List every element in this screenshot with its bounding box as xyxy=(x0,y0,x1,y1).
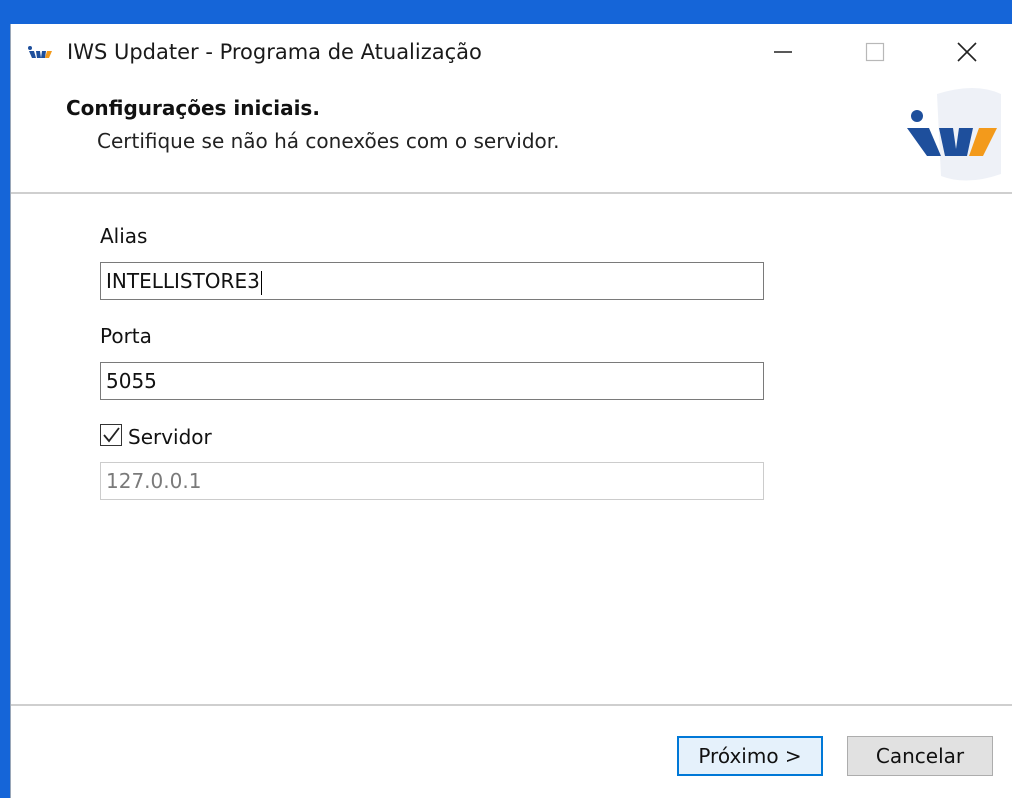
alias-value: INTELLISTORE3 xyxy=(106,269,260,293)
servidor-field[interactable]: 127.0.0.1 xyxy=(100,462,764,500)
page-title: Configurações iniciais. xyxy=(66,96,320,120)
servidor-label[interactable]: Servidor xyxy=(128,425,212,449)
alias-field[interactable]: INTELLISTORE3 xyxy=(100,262,764,300)
minimize-button[interactable] xyxy=(737,24,829,80)
close-icon xyxy=(957,42,977,62)
wizard-header: Configurações iniciais. Certifique se nã… xyxy=(11,80,1012,194)
window-title: IWS Updater - Programa de Atualização xyxy=(67,40,482,64)
porta-label: Porta xyxy=(100,324,152,348)
porta-field[interactable]: 5055 xyxy=(100,362,764,400)
page-subtitle: Certifique se não há conexões com o serv… xyxy=(97,129,560,153)
servidor-checkbox[interactable] xyxy=(100,424,122,446)
maximize-button[interactable] xyxy=(829,24,921,80)
maximize-icon xyxy=(865,42,885,62)
next-button[interactable]: Próximo > xyxy=(677,736,823,776)
iws-logo xyxy=(907,88,1001,181)
installer-window: IWS Updater - Programa de Atualização Co… xyxy=(10,24,1012,798)
footer-divider xyxy=(11,704,1012,706)
close-button[interactable] xyxy=(921,24,1012,80)
alias-label: Alias xyxy=(100,224,148,248)
title-bar[interactable]: IWS Updater - Programa de Atualização xyxy=(11,24,1012,80)
app-logo-icon xyxy=(28,46,52,58)
porta-value: 5055 xyxy=(106,369,157,393)
servidor-value: 127.0.0.1 xyxy=(106,469,202,493)
minimize-icon xyxy=(774,51,792,53)
checkmark-icon xyxy=(103,427,120,443)
text-cursor xyxy=(260,270,262,295)
cancel-button[interactable]: Cancelar xyxy=(847,736,993,776)
form-area: Alias INTELLISTORE3 Porta 5055 Servidor … xyxy=(11,194,1012,704)
